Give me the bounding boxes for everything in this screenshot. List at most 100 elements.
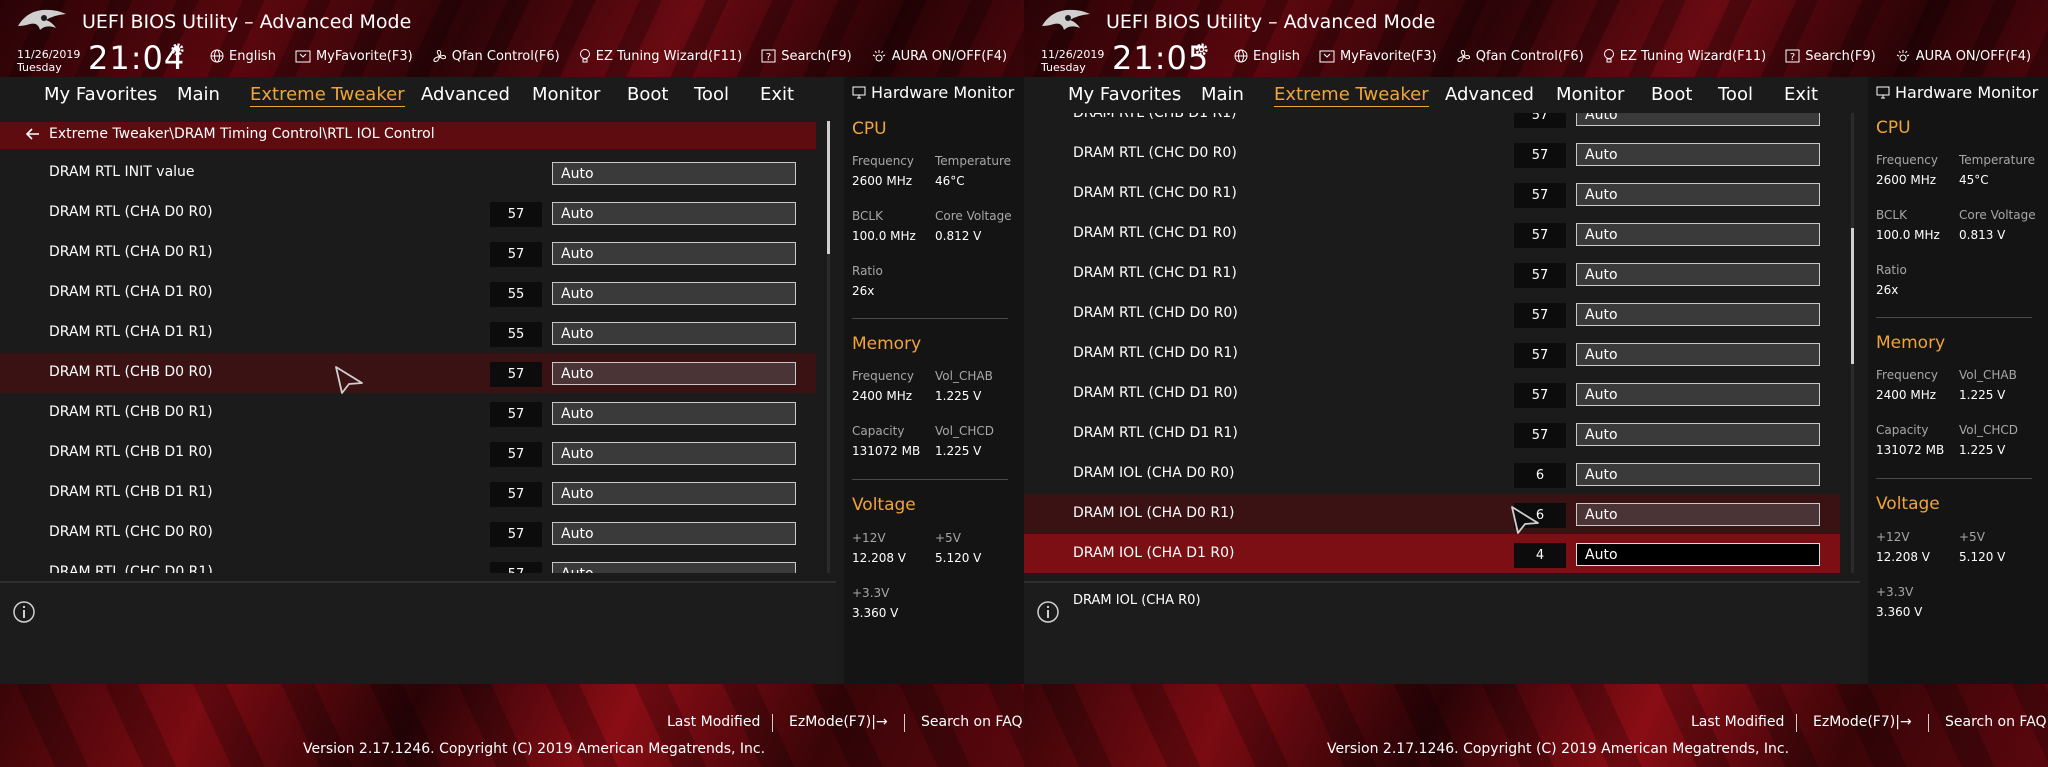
tab-advanced[interactable]: Advanced [421,84,510,105]
info-text: DRAM IOL (CHA R0) [1073,593,1201,608]
myfavorite-button[interactable]: MyFavorite(F3) [295,47,413,65]
setting-row[interactable]: DRAM RTL (CHA D1 R1) 55 Auto [0,313,816,353]
setting-value-field[interactable]: Auto [552,402,796,425]
setting-value-field[interactable]: Auto [1576,143,1820,166]
tab-my-favorites[interactable]: My Favorites [1068,84,1181,105]
setting-row[interactable]: DRAM RTL (CHB D1 R1) 57 Auto [1024,113,1840,134]
gear-icon[interactable] [1194,42,1209,57]
search-button[interactable]: ? Search(F9) [761,47,852,65]
scrollbar-thumb[interactable] [827,121,830,254]
setting-row[interactable]: DRAM RTL (CHC D0 R0) 57 Auto [1024,134,1840,174]
setting-row[interactable]: DRAM RTL (CHC D0 R1) 57 Auto [1024,174,1840,214]
tab-monitor[interactable]: Monitor [1556,84,1624,105]
setting-value-field[interactable]: Auto [552,242,796,265]
setting-row[interactable]: DRAM RTL (CHD D0 R0) 57 Auto [1024,294,1840,334]
setting-value-field[interactable]: Auto [1576,113,1820,126]
tab-monitor[interactable]: Monitor [532,84,600,105]
hw-vol-chab-label: Vol_CHAB [935,369,993,383]
footer-divider [904,714,905,732]
tab-exit[interactable]: Exit [760,84,794,105]
last-modified-button[interactable]: Last Modified [667,714,760,730]
setting-row[interactable]: DRAM RTL (CHD D1 R1) 57 Auto [1024,414,1840,454]
tab-main[interactable]: Main [177,84,220,105]
setting-value-field[interactable]: Auto [552,322,796,345]
setting-label: DRAM RTL (CHA D0 R1) [49,244,213,260]
search-button[interactable]: ? Search(F9) [1785,47,1876,65]
setting-row[interactable]: DRAM IOL (CHA D0 R0) 6 Auto [1024,454,1840,494]
tab-tool[interactable]: Tool [1718,84,1753,105]
date: 11/26/2019 [17,48,81,61]
setting-row[interactable]: DRAM RTL (CHC D1 R1) 57 Auto [1024,254,1840,294]
setting-row[interactable]: DRAM RTL (CHC D0 R0) 57 Auto [0,513,816,553]
ez-tuning-button[interactable]: EZ Tuning Wizard(F11) [579,47,742,65]
setting-value-field[interactable]: Auto [552,522,796,545]
qfan-button[interactable]: Qfan Control(F6) [1456,47,1584,65]
back-arrow-icon[interactable] [26,128,40,140]
search-faq-button[interactable]: Search on FAQ [1945,714,2047,730]
setting-row[interactable]: DRAM RTL (CHA D0 R1) 57 Auto [0,233,816,273]
hw-capacity: 131072 MB [852,444,921,458]
setting-value-field[interactable]: Auto [552,442,796,465]
last-modified-button[interactable]: Last Modified [1691,714,1784,730]
tab-boot[interactable]: Boot [1651,84,1692,105]
svg-text:?: ? [766,52,771,63]
setting-value-field[interactable]: Auto [552,282,796,305]
setting-value-field[interactable]: Auto [552,562,796,573]
setting-value-field[interactable]: Auto [552,162,796,185]
ez-tuning-button[interactable]: EZ Tuning Wizard(F11) [1603,47,1766,65]
setting-value-field[interactable]: Auto [1576,263,1820,286]
tab-boot[interactable]: Boot [627,84,668,105]
scrollbar-thumb[interactable] [1851,228,1854,364]
tab-extreme-tweaker[interactable]: Extreme Tweaker [1274,84,1429,107]
aura-button[interactable]: AURA ON/OFF(F4) [1895,47,2031,65]
myfavorite-button[interactable]: MyFavorite(F3) [1319,47,1437,65]
setting-row[interactable]: DRAM RTL (CHB D0 R1) 57 Auto [0,393,816,433]
hw-mem-frequency-label: Frequency [1876,368,1938,382]
setting-value-field[interactable]: Auto [1576,463,1820,486]
qfan-button[interactable]: Qfan Control(F6) [432,47,560,65]
setting-row[interactable]: DRAM RTL INIT value Auto [0,153,816,193]
current-value-box: 57 [1514,303,1566,328]
setting-value-field[interactable]: Auto [552,482,796,505]
setting-value-field[interactable]: Auto [1576,383,1820,406]
current-value-box: 57 [1514,423,1566,448]
ezmode-button[interactable]: EzMode(F7)|→ [1813,714,1912,730]
setting-value-field[interactable]: Auto [1576,343,1820,366]
tab-tool[interactable]: Tool [694,84,729,105]
setting-value-field[interactable]: Auto [1576,303,1820,326]
setting-value-field[interactable]: Auto [1576,423,1820,446]
setting-row[interactable]: DRAM IOL (CHA D0 R1) 6 Auto [1024,494,1840,534]
ezmode-button[interactable]: EzMode(F7)|→ [789,714,888,730]
tab-my-favorites[interactable]: My Favorites [44,84,157,105]
language-button[interactable]: English [210,47,276,65]
setting-row[interactable]: DRAM RTL (CHB D1 R0) 57 Auto [0,433,816,473]
setting-value-field[interactable]: Auto [1576,223,1820,246]
setting-row[interactable]: DRAM RTL (CHA D0 R0) 57 Auto [0,193,816,233]
tab-advanced[interactable]: Advanced [1445,84,1534,105]
setting-row[interactable]: DRAM RTL (CHB D0 R0) 57 Auto [0,353,816,393]
setting-row[interactable]: DRAM RTL (CHD D1 R0) 57 Auto [1024,374,1840,414]
language-button[interactable]: English [1234,47,1300,65]
setting-row[interactable]: DRAM RTL (CHB D1 R1) 57 Auto [0,473,816,513]
tab-exit[interactable]: Exit [1784,84,1818,105]
setting-value-field[interactable]: Auto [1576,503,1820,526]
gear-icon[interactable] [170,42,185,57]
setting-row[interactable]: DRAM RTL (CHA D1 R0) 55 Auto [0,273,816,313]
search-faq-button[interactable]: Search on FAQ [921,714,1023,730]
tab-main[interactable]: Main [1201,84,1244,105]
setting-row[interactable]: DRAM IOL (CHA D1 R0) 4 Auto [1024,534,1840,573]
setting-value-field[interactable]: Auto [1576,183,1820,206]
setting-value-field[interactable]: Auto [552,362,796,385]
hw-divider [852,479,1008,480]
tab-extreme-tweaker[interactable]: Extreme Tweaker [250,84,405,107]
aura-button[interactable]: AURA ON/OFF(F4) [871,47,1007,65]
setting-row[interactable]: DRAM RTL (CHC D1 R0) 57 Auto [1024,214,1840,254]
ez-tuning-label: EZ Tuning Wizard(F11) [1619,48,1767,64]
myfavorite-label: MyFavorite(F3) [1339,48,1437,64]
setting-row[interactable]: DRAM RTL (CHD D0 R1) 57 Auto [1024,334,1840,374]
setting-row[interactable]: DRAM RTL (CHC D0 R1) 57 Auto [0,553,816,573]
hw-memory-title: Memory [852,334,922,354]
setting-value-field[interactable]: Auto [1576,543,1820,566]
setting-value-field[interactable]: Auto [552,202,796,225]
fan-icon [1457,49,1470,62]
